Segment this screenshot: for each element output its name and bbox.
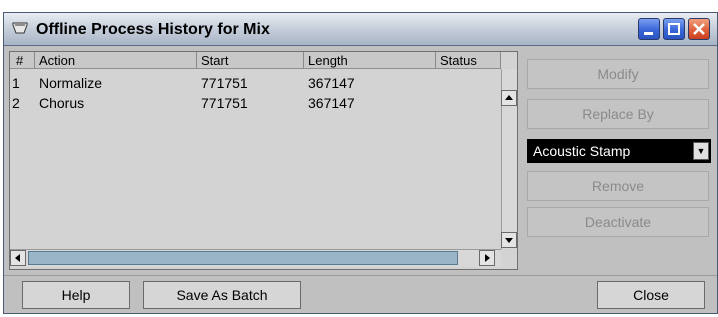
scroll-up-button[interactable] — [501, 90, 517, 106]
scroll-down-button[interactable] — [501, 232, 517, 248]
scroll-right-button[interactable] — [479, 250, 495, 266]
header-action: Action — [39, 53, 76, 68]
scroll-up-icon — [505, 95, 513, 100]
header-start: Start — [201, 53, 229, 68]
modify-button[interactable]: Modify — [527, 59, 709, 89]
scroll-down-icon — [505, 238, 513, 243]
vertical-scrollbar[interactable] — [501, 69, 517, 249]
replace-by-button[interactable]: Replace By — [527, 99, 709, 129]
horizontal-scrollbar[interactable] — [10, 249, 501, 267]
deactivate-button[interactable]: Deactivate — [527, 207, 709, 237]
row-start: 771751 — [201, 75, 248, 91]
offline-process-history-window: Offline Process History for Mix # Action… — [3, 12, 718, 314]
header-number: # — [16, 53, 24, 68]
table-row[interactable]: 1 Normalize 771751 367147 — [10, 74, 501, 94]
row-number: 1 — [12, 75, 20, 91]
effect-select-value: Acoustic Stamp — [533, 143, 631, 159]
process-history-list[interactable]: # Action Start Length Status 1 Normalize… — [9, 51, 518, 270]
maximize-button[interactable] — [663, 18, 685, 40]
effect-select[interactable]: Acoustic Stamp ▼ — [527, 139, 711, 163]
remove-button[interactable]: Remove — [527, 171, 709, 201]
row-start: 771751 — [201, 95, 248, 111]
scroll-right-icon — [485, 254, 490, 262]
dropdown-arrow-icon[interactable]: ▼ — [693, 142, 709, 160]
help-button[interactable]: Help — [22, 281, 130, 309]
row-length: 367147 — [308, 75, 355, 91]
save-as-batch-button[interactable]: Save As Batch — [143, 281, 301, 309]
row-number: 2 — [12, 95, 20, 111]
window-title: Offline Process History for Mix — [36, 21, 270, 38]
close-button[interactable]: Close — [597, 281, 705, 309]
table-header: # Action Start Length Status — [10, 52, 501, 69]
row-length: 367147 — [308, 95, 355, 111]
scroll-left-icon — [15, 254, 20, 262]
header-status: Status — [440, 53, 477, 68]
header-length: Length — [308, 53, 348, 68]
minimize-button[interactable] — [638, 18, 660, 40]
footer-divider — [4, 275, 717, 276]
maximize-icon — [668, 23, 680, 35]
close-window-button[interactable] — [688, 18, 710, 40]
minimize-icon — [644, 32, 653, 35]
horizontal-scroll-thumb[interactable] — [28, 251, 458, 265]
title-bar[interactable]: Offline Process History for Mix — [4, 13, 717, 46]
scroll-left-button[interactable] — [10, 250, 26, 266]
table-row[interactable]: 2 Chorus 771751 367147 — [10, 94, 501, 114]
close-icon — [693, 23, 705, 35]
row-action: Normalize — [39, 75, 103, 91]
app-icon — [12, 22, 28, 34]
row-action: Chorus — [39, 95, 85, 111]
